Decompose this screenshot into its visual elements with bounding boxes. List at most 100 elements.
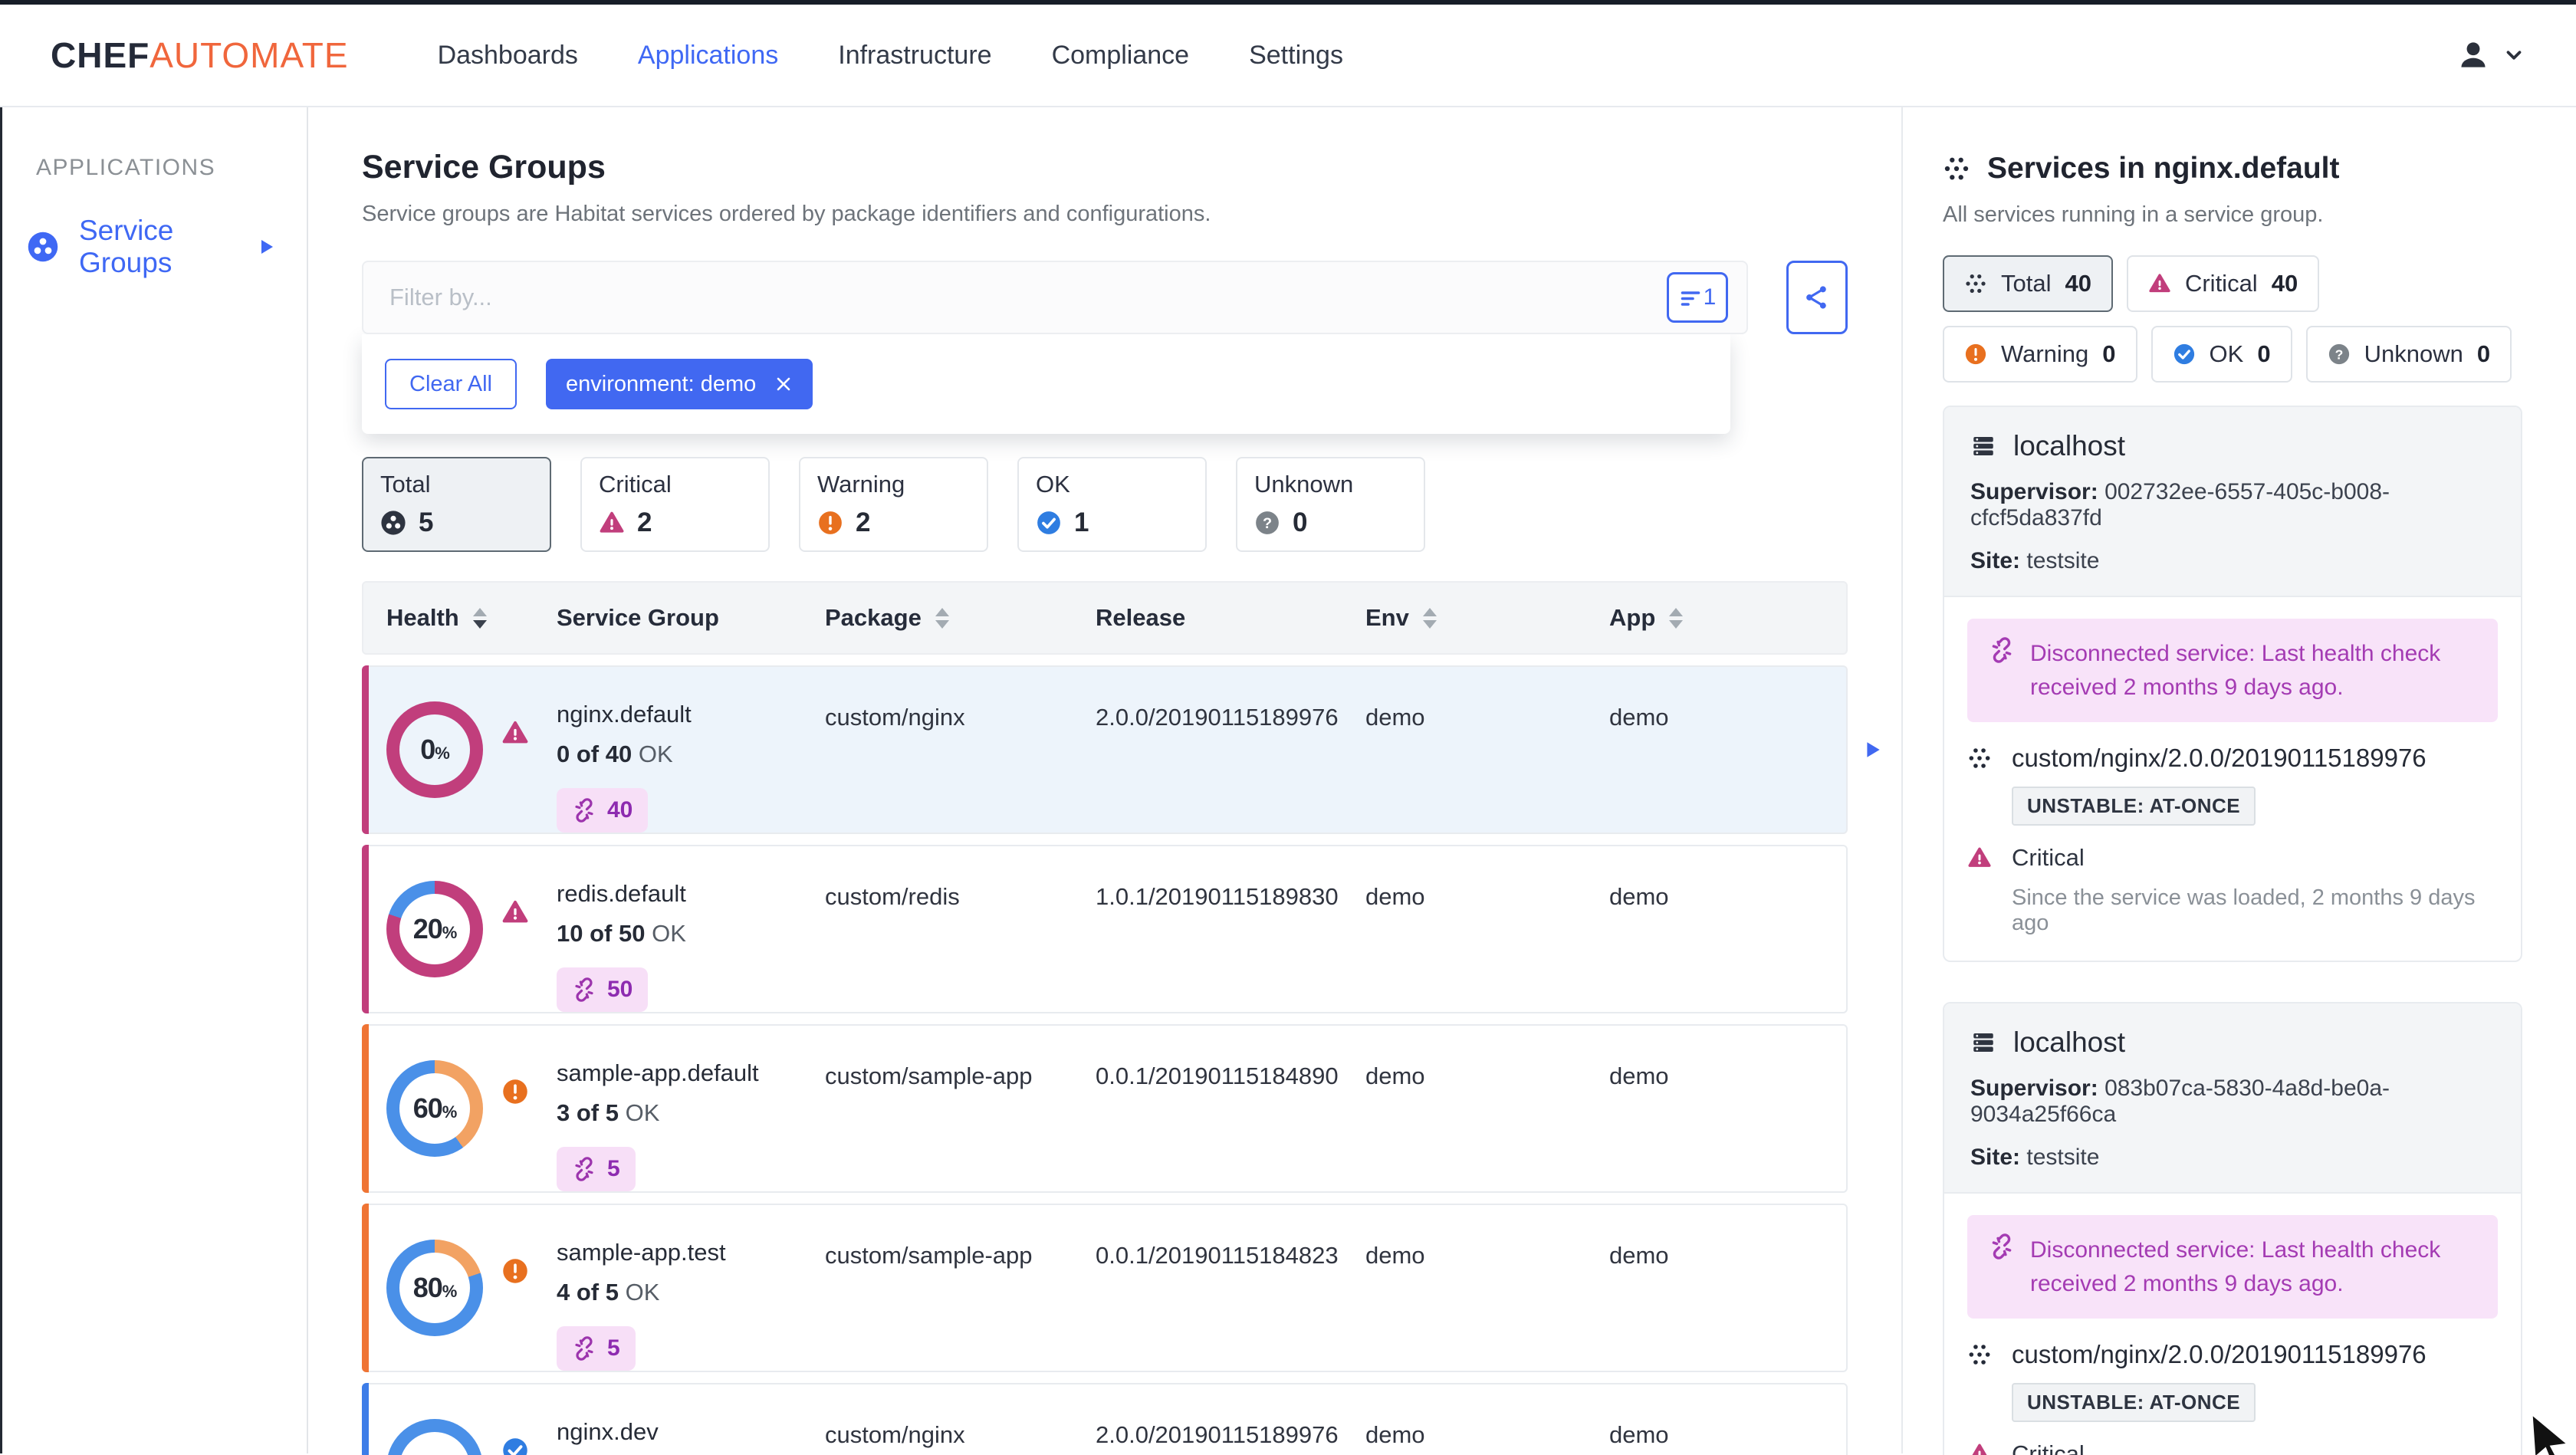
- ok-icon: [501, 1437, 529, 1455]
- service-group-cell: nginx.default 0 of 40 OK 40: [557, 667, 825, 833]
- site-name: testsite: [2026, 1145, 2100, 1170]
- filter-input[interactable]: [389, 284, 1667, 311]
- app-cell: demo: [1609, 1242, 1669, 1269]
- warning-icon: [501, 1257, 529, 1285]
- disconnected-count-badge[interactable]: 5: [557, 1147, 636, 1191]
- critical-icon: [501, 898, 529, 926]
- service-groups-icon: [27, 231, 59, 263]
- service-card-body: Disconnected service: Last health check …: [1944, 597, 2521, 961]
- tile-total[interactable]: Total 5: [362, 457, 551, 552]
- sidebar-item-service-groups[interactable]: Service Groups: [2, 215, 307, 279]
- tile-ok-label: OK: [1036, 471, 1070, 498]
- broken-link-icon: [572, 798, 596, 823]
- table-row[interactable]: 100% nginx.dev 10 of 10 OK 10 custom/ngi…: [362, 1383, 1848, 1455]
- share-button[interactable]: [1786, 261, 1848, 334]
- column-app[interactable]: App: [1609, 604, 1823, 632]
- badge-total[interactable]: Total 40: [1943, 255, 2113, 312]
- critical-icon: [599, 510, 625, 536]
- table-row[interactable]: 20% redis.default 10 of 50 OK 50 custom/…: [362, 845, 1848, 1013]
- server-icon: [1970, 1030, 1996, 1056]
- badge-critical[interactable]: Critical 40: [2126, 255, 2320, 312]
- column-health[interactable]: Health: [386, 604, 557, 632]
- warning-icon: [817, 510, 843, 536]
- host-name: localhost: [2013, 1026, 2126, 1058]
- ok-icon: [1036, 510, 1062, 536]
- warning-icon: [501, 1078, 529, 1105]
- badge-warning[interactable]: Warning 0: [1943, 326, 2137, 383]
- release-cell: 1.0.1/20190115189830: [1096, 883, 1339, 910]
- close-icon[interactable]: [774, 375, 793, 393]
- disconnected-count-badge[interactable]: 50: [557, 967, 649, 1012]
- clear-all-button[interactable]: Clear All: [385, 359, 517, 409]
- critical-icon: [1967, 1442, 1992, 1455]
- package-cell: custom/sample-app: [825, 1063, 1033, 1089]
- service-card: localhost Supervisor: 002732ee-6557-405c…: [1943, 406, 2522, 962]
- service-card-header: localhost Supervisor: 002732ee-6557-405c…: [1944, 407, 2521, 597]
- column-package[interactable]: Package: [825, 604, 1096, 632]
- table-row[interactable]: 80% sample-app.test 4 of 5 OK 5 custom/s…: [362, 1204, 1848, 1372]
- health-donut: 60%: [386, 1060, 483, 1157]
- services-icon: [1943, 155, 1970, 182]
- nav-compliance[interactable]: Compliance: [1052, 41, 1190, 71]
- broken-link-icon: [572, 1157, 596, 1181]
- filter-dropdown: Clear All environment: demo: [362, 334, 1730, 434]
- update-strategy-badge: UNSTABLE: AT-ONCE: [2012, 1383, 2256, 1422]
- health-cell: 80%: [386, 1205, 557, 1371]
- tile-warning-count: 2: [856, 507, 871, 537]
- filter-toggle-button[interactable]: 1: [1667, 272, 1728, 323]
- filter-chip-environment-demo[interactable]: environment: demo: [546, 359, 813, 409]
- nav-applications[interactable]: Applications: [638, 41, 778, 71]
- warning-icon: [1964, 343, 1987, 366]
- nav-infrastructure[interactable]: Infrastructure: [838, 41, 991, 71]
- health-donut: 80%: [386, 1240, 483, 1336]
- sidebar-item-label: Service Groups: [79, 215, 174, 278]
- table-row[interactable]: 60% sample-app.default 3 of 5 OK 5 custo…: [362, 1024, 1848, 1193]
- service-group-name[interactable]: nginx.dev: [557, 1418, 825, 1446]
- badge-ok[interactable]: OK 0: [2150, 326, 2292, 383]
- column-env[interactable]: Env: [1365, 604, 1609, 632]
- row-expander-icon[interactable]: [1863, 740, 1883, 760]
- release-cell: 0.0.1/20190115184890: [1096, 1063, 1339, 1089]
- badge-unknown[interactable]: Unknown 0: [2305, 326, 2512, 383]
- nav-dashboards[interactable]: Dashboards: [438, 41, 578, 71]
- health-donut: 100%: [386, 1419, 483, 1455]
- health-cell: 20%: [386, 846, 557, 1012]
- nav-settings[interactable]: Settings: [1249, 41, 1343, 71]
- release-cell: 2.0.0/20190115189976: [1096, 704, 1339, 731]
- sort-package[interactable]: [935, 607, 949, 629]
- env-cell: demo: [1365, 883, 1425, 910]
- service-group-name[interactable]: redis.default: [557, 880, 825, 908]
- env-cell: demo: [1365, 1242, 1425, 1269]
- tile-ok[interactable]: OK 1: [1017, 457, 1207, 552]
- ok-icon: [2172, 343, 2196, 366]
- critical-icon: [501, 719, 529, 747]
- package-identifier: custom/nginx/2.0.0/20190115189976: [2012, 744, 2426, 772]
- tile-unknown-count: 0: [1293, 507, 1308, 537]
- sort-health[interactable]: [472, 607, 487, 629]
- update-strategy-badge: UNSTABLE: AT-ONCE: [2012, 787, 2256, 826]
- table-row[interactable]: 0% nginx.default 0 of 40 OK 40 custom/ng…: [362, 665, 1880, 834]
- app-cell: demo: [1609, 1421, 1669, 1448]
- tile-warning[interactable]: Warning 2: [799, 457, 988, 552]
- health-since-note: Since the service was loaded, 2 months 9…: [2012, 885, 2476, 935]
- tile-unknown[interactable]: Unknown 0: [1236, 457, 1425, 552]
- service-group-name[interactable]: sample-app.default: [557, 1059, 825, 1087]
- tile-critical[interactable]: Critical 2: [580, 457, 770, 552]
- services-sidebar-panel: Services in nginx.default All services r…: [1901, 107, 2576, 1455]
- broken-link-icon: [1989, 637, 2015, 704]
- disconnected-count-badge[interactable]: 5: [557, 1326, 636, 1371]
- service-group-name[interactable]: nginx.default: [557, 701, 825, 728]
- logo-automate-text: AUTOMATE: [150, 35, 349, 75]
- broken-link-icon: [1989, 1233, 2015, 1300]
- tile-warning-label: Warning: [817, 471, 905, 498]
- site-name: testsite: [2026, 548, 2100, 573]
- sort-env[interactable]: [1422, 607, 1437, 629]
- user-menu[interactable]: [2456, 38, 2525, 72]
- top-navigation-bar: CHEFAUTOMATE Dashboards Applications Inf…: [0, 5, 2576, 107]
- sort-app[interactable]: [1669, 607, 1684, 629]
- chef-automate-logo[interactable]: CHEFAUTOMATE: [51, 34, 349, 76]
- service-card: localhost Supervisor: 083b07ca-5830-4a8d…: [1943, 1002, 2522, 1455]
- disconnected-count-badge[interactable]: 40: [557, 788, 649, 833]
- service-group-name[interactable]: sample-app.test: [557, 1239, 825, 1266]
- services-total-icon: [1964, 272, 1987, 295]
